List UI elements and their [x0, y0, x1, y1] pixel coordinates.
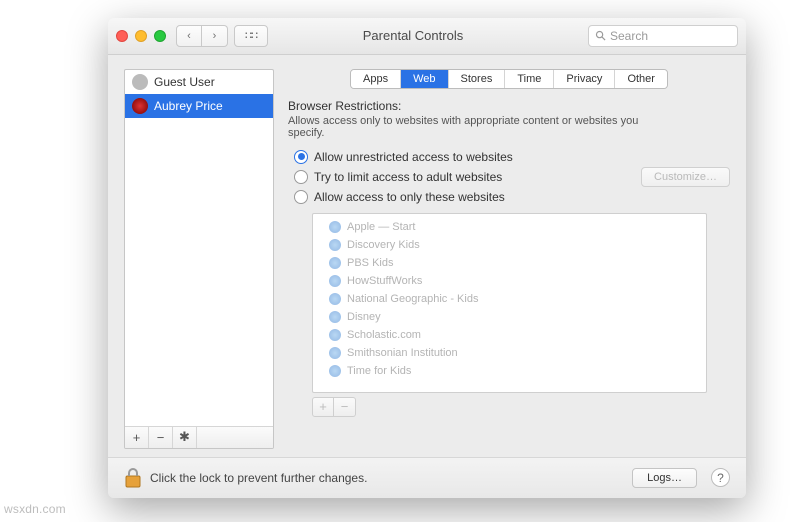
- help-button[interactable]: ?: [711, 468, 730, 487]
- site-row: Time for Kids: [313, 362, 706, 380]
- window-body: Guest User Aubrey Price + − ✱ Apps Web S…: [108, 55, 746, 457]
- site-label: PBS Kids: [347, 257, 393, 269]
- customize-button: Customize…: [641, 167, 730, 187]
- section-title: Browser Restrictions:: [288, 99, 730, 113]
- radio-icon: [294, 190, 308, 204]
- tab-other[interactable]: Other: [615, 70, 667, 88]
- globe-icon: [329, 257, 341, 269]
- globe-icon: [329, 365, 341, 377]
- add-site-button: +: [312, 397, 334, 417]
- site-row: PBS Kids: [313, 254, 706, 272]
- site-row: Disney: [313, 308, 706, 326]
- radio-label: Try to limit access to adult websites: [314, 170, 502, 184]
- site-row: National Geographic - Kids: [313, 290, 706, 308]
- globe-icon: [329, 293, 341, 305]
- site-row: Discovery Kids: [313, 236, 706, 254]
- site-label: Discovery Kids: [347, 239, 420, 251]
- user-list: Guest User Aubrey Price: [125, 70, 273, 426]
- sidebar-user-guest[interactable]: Guest User: [125, 70, 273, 94]
- nav-back-forward: ‹ ›: [176, 25, 228, 47]
- minimize-window-button[interactable]: [135, 30, 147, 42]
- site-label: Disney: [347, 311, 381, 323]
- sidebar-toolbar: + − ✱: [125, 426, 273, 448]
- logs-button[interactable]: Logs…: [632, 468, 697, 488]
- tab-web[interactable]: Web: [401, 70, 448, 88]
- user-label: Aubrey Price: [154, 99, 223, 113]
- radio-unrestricted[interactable]: Allow unrestricted access to websites: [294, 147, 730, 167]
- user-actions-button[interactable]: ✱: [173, 427, 197, 448]
- globe-icon: [329, 347, 341, 359]
- radio-only-these[interactable]: Allow access to only these websites: [294, 187, 730, 207]
- preferences-window: ‹ › ∷∷ Parental Controls Search Guest Us…: [108, 18, 746, 498]
- site-row: HowStuffWorks: [313, 272, 706, 290]
- site-row: Apple — Start: [313, 218, 706, 236]
- show-all-button[interactable]: ∷∷: [234, 25, 268, 47]
- tab-time[interactable]: Time: [505, 70, 554, 88]
- titlebar: ‹ › ∷∷ Parental Controls Search: [108, 18, 746, 55]
- content-pane: Apps Web Stores Time Privacy Other Brows…: [288, 69, 730, 449]
- lock-icon[interactable]: [124, 467, 142, 489]
- add-user-button[interactable]: +: [125, 427, 149, 448]
- radio-icon: [294, 150, 308, 164]
- site-add-remove: + −: [312, 397, 730, 417]
- close-window-button[interactable]: [116, 30, 128, 42]
- globe-icon: [329, 239, 341, 251]
- site-row: Smithsonian Institution: [313, 344, 706, 362]
- back-button[interactable]: ‹: [176, 25, 202, 47]
- section-description: Allows access only to websites with appr…: [288, 115, 668, 139]
- remove-user-button[interactable]: −: [149, 427, 173, 448]
- tab-stores[interactable]: Stores: [449, 70, 506, 88]
- zoom-window-button[interactable]: [154, 30, 166, 42]
- site-label: HowStuffWorks: [347, 275, 422, 287]
- tab-apps[interactable]: Apps: [351, 70, 401, 88]
- chevron-right-icon: ›: [213, 30, 217, 42]
- tab-bar: Apps Web Stores Time Privacy Other: [288, 69, 730, 89]
- users-sidebar: Guest User Aubrey Price + − ✱: [124, 69, 274, 449]
- traffic-lights: [116, 30, 166, 42]
- sidebar-user-aubrey[interactable]: Aubrey Price: [125, 94, 273, 118]
- site-label: Time for Kids: [347, 365, 411, 377]
- search-icon: [595, 30, 606, 41]
- site-label: National Geographic - Kids: [347, 293, 478, 305]
- site-label: Scholastic.com: [347, 329, 421, 341]
- site-label: Smithsonian Institution: [347, 347, 458, 359]
- globe-icon: [329, 221, 341, 233]
- globe-icon: [329, 275, 341, 287]
- window-title: Parental Controls: [268, 28, 588, 43]
- site-row: Scholastic.com: [313, 326, 706, 344]
- watermark: wsxdn.com: [4, 502, 66, 516]
- search-field[interactable]: Search: [588, 25, 738, 47]
- tabs: Apps Web Stores Time Privacy Other: [350, 69, 668, 89]
- tab-privacy[interactable]: Privacy: [554, 70, 615, 88]
- remove-site-button: −: [334, 397, 356, 417]
- radio-label: Allow access to only these websites: [314, 190, 505, 204]
- globe-icon: [329, 311, 341, 323]
- avatar-icon: [132, 98, 148, 114]
- search-placeholder: Search: [610, 29, 648, 43]
- user-label: Guest User: [154, 75, 215, 89]
- chevron-left-icon: ‹: [187, 30, 191, 42]
- lock-message: Click the lock to prevent further change…: [150, 471, 624, 485]
- forward-button[interactable]: ›: [202, 25, 228, 47]
- radio-limit-adult[interactable]: Try to limit access to adult websites Cu…: [294, 167, 730, 187]
- footer: Click the lock to prevent further change…: [108, 457, 746, 498]
- site-label: Apple — Start: [347, 221, 415, 233]
- radio-icon: [294, 170, 308, 184]
- grid-icon: ∷∷: [245, 29, 257, 42]
- restriction-radio-group: Allow unrestricted access to websites Tr…: [294, 147, 730, 207]
- avatar-icon: [132, 74, 148, 90]
- radio-label: Allow unrestricted access to websites: [314, 150, 513, 164]
- globe-icon: [329, 329, 341, 341]
- allowed-sites-list: Apple — Start Discovery Kids PBS Kids Ho…: [312, 213, 707, 393]
